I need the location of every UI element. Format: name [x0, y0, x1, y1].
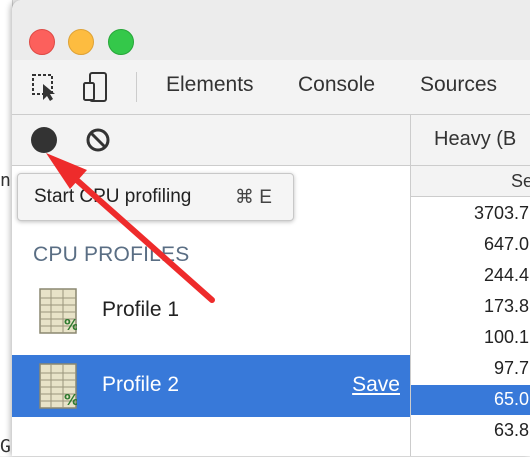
close-window-button[interactable]	[29, 29, 55, 55]
column-header-self: Se	[511, 171, 530, 191]
self-time-cell: 3703.7m	[473, 203, 530, 223]
profile-detail-pane: Heavy (B Se 3703.7m 647.0m 244.4m 173.8m 100…	[411, 115, 530, 456]
tab-console[interactable]: Console	[298, 73, 375, 97]
table-row[interactable]: 244.4m	[411, 261, 530, 291]
svg-text:%: %	[64, 316, 77, 334]
profile-item[interactable]: % Profile 1	[12, 280, 410, 342]
profile-label: Profile 1	[102, 298, 180, 321]
self-time-cell: 244.4m	[483, 265, 530, 285]
table-row[interactable]: 173.8m	[411, 292, 530, 322]
tooltip: Start CPU profiling ⌘ E	[17, 173, 294, 221]
self-time-cell: 63.8m	[493, 420, 530, 440]
device-mode-icon[interactable]	[82, 72, 112, 102]
profile-spreadsheet-icon: %	[39, 363, 77, 409]
table-row[interactable]: 3703.7m	[411, 199, 530, 229]
devtools-window: Elements Console Sources CPU PROFILES Pr…	[12, 0, 530, 456]
inspect-element-icon[interactable]	[30, 72, 60, 102]
profile-item-selected[interactable]: % Profile 2 Save	[12, 355, 410, 417]
profiles-sidebar: CPU PROFILES % Profile 1	[12, 115, 411, 456]
self-time-cell: 97.7m	[493, 358, 530, 378]
profile-label: Profile 2	[102, 373, 180, 396]
table-row[interactable]: 647.0m	[411, 230, 530, 260]
svg-text:%: %	[64, 391, 77, 409]
zoom-window-button[interactable]	[108, 29, 134, 55]
title-bar	[12, 0, 530, 60]
tooltip-text: Start CPU profiling	[34, 186, 192, 207]
tab-sources[interactable]: Sources	[420, 73, 497, 97]
self-time-cell: 647.0m	[483, 234, 530, 254]
self-time-cell: 100.1m	[483, 327, 530, 347]
table-row[interactable]: 65.0m	[411, 385, 530, 415]
table-row[interactable]: 63.8m	[411, 416, 530, 446]
profile-spreadsheet-icon: %	[39, 288, 77, 334]
view-selector-bar: Heavy (B	[411, 115, 530, 166]
toolbar-separator	[136, 72, 137, 102]
minimize-window-button[interactable]	[68, 29, 94, 55]
main-toolbar: Elements Console Sources	[12, 60, 530, 115]
tab-elements[interactable]: Elements	[166, 73, 254, 97]
self-time-cell: 173.8m	[483, 296, 530, 316]
section-title-cpu-profiles: CPU PROFILES	[33, 243, 190, 266]
table-row[interactable]: 97.7m	[411, 354, 530, 384]
self-time-cell: 65.0m	[493, 389, 530, 409]
tooltip-shortcut: ⌘ E	[235, 187, 272, 208]
column-header[interactable]: Se	[411, 166, 530, 197]
profiles-toolbar	[12, 115, 410, 166]
view-selector[interactable]: Heavy (B	[434, 128, 516, 151]
clear-icon[interactable]	[85, 127, 111, 153]
save-profile-link[interactable]: Save	[352, 373, 400, 397]
record-button[interactable]	[31, 127, 57, 153]
table-row[interactable]: 100.1m	[411, 323, 530, 353]
